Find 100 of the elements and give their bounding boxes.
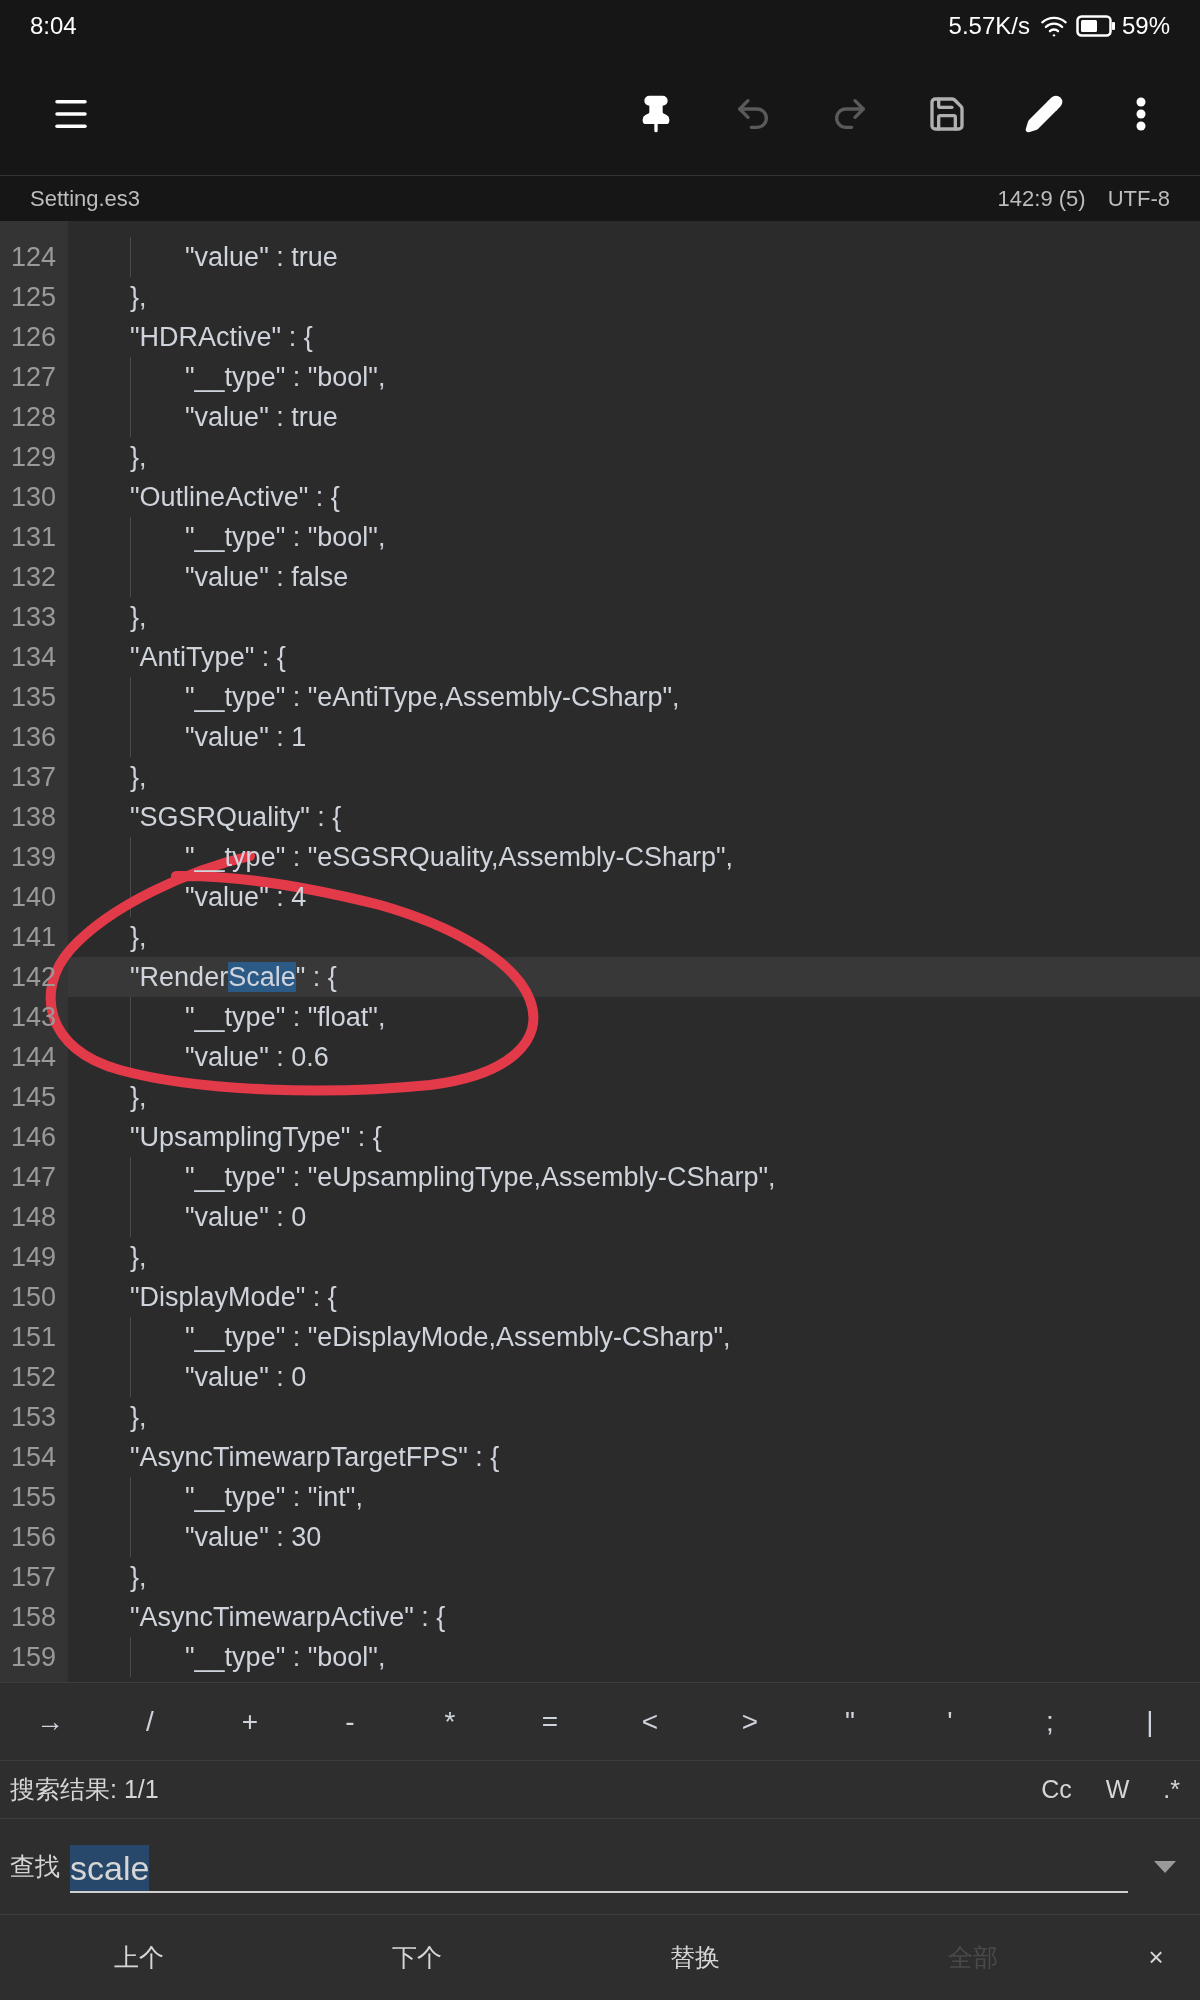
- code-line: },: [130, 1560, 147, 1594]
- line-number: 153: [10, 1400, 56, 1434]
- line-number: 131: [10, 520, 56, 554]
- line-number: 137: [10, 760, 56, 794]
- symbol-key[interactable]: ;: [1000, 1683, 1100, 1760]
- line-number: 154: [10, 1440, 56, 1474]
- line-number: 146: [10, 1120, 56, 1154]
- find-input[interactable]: scale: [70, 1840, 1128, 1893]
- battery-icon: [1075, 15, 1116, 37]
- code-line: "UpsamplingType" : {: [130, 1120, 382, 1154]
- code-line: },: [130, 920, 147, 954]
- search-option-toggle[interactable]: Cc: [1031, 1770, 1082, 1809]
- line-number: 149: [10, 1240, 56, 1274]
- close-search-button[interactable]: ×: [1112, 1915, 1200, 2000]
- code-line: "__type" : "eDisplayMode,Assembly-CSharp",: [185, 1320, 731, 1354]
- search-action-button[interactable]: 下个: [278, 1915, 556, 2000]
- line-number: 126: [10, 320, 56, 354]
- code-line: "AntiType" : {: [130, 640, 286, 674]
- code-line: },: [130, 280, 147, 314]
- code-line: "value" : false: [185, 560, 349, 594]
- line-number: 135: [10, 680, 56, 714]
- line-number: 159: [10, 1640, 56, 1674]
- symbol-key[interactable]: ": [800, 1683, 900, 1760]
- line-number: 125: [10, 280, 56, 314]
- code-line: },: [130, 1400, 147, 1434]
- symbol-key[interactable]: |: [1100, 1683, 1200, 1760]
- code-line: "SGSRQuality" : {: [130, 800, 342, 834]
- line-number: 128: [10, 400, 56, 434]
- line-number: 158: [10, 1600, 56, 1634]
- line-number: 136: [10, 720, 56, 754]
- line-number: 127: [10, 360, 56, 394]
- code-line: "__type" : "int",: [185, 1480, 363, 1514]
- code-line: "OutlineActive" : {: [130, 480, 340, 514]
- search-result-count: 搜索结果: 1/1: [10, 1773, 159, 1805]
- code-line: "value" : 0.6: [185, 1040, 329, 1074]
- line-number: 155: [10, 1480, 56, 1514]
- code-line: "value" : 0: [185, 1360, 307, 1394]
- file-encoding: UTF-8: [1107, 185, 1170, 213]
- line-number: 129: [10, 440, 56, 474]
- symbol-key[interactable]: =: [500, 1683, 600, 1760]
- symbol-key[interactable]: ': [900, 1683, 1000, 1760]
- code-line: },: [130, 760, 147, 794]
- code-line: "__type" : "float",: [185, 1000, 386, 1034]
- code-line: "value" : true: [185, 240, 338, 274]
- code-line: "__type" : "eAntiType,Assembly-CSharp",: [185, 680, 680, 714]
- caret-icon: [1154, 1860, 1176, 1873]
- code-line: },: [130, 1240, 147, 1274]
- code-line: },: [130, 1080, 147, 1114]
- cursor-position: 142:9 (5): [997, 185, 1086, 213]
- line-number: 151: [10, 1320, 56, 1354]
- code-line: "AsyncTimewarpActive" : {: [130, 1600, 446, 1634]
- symbol-key[interactable]: *: [400, 1683, 500, 1760]
- symbol-key[interactable]: -: [300, 1683, 400, 1760]
- line-number: 141: [10, 920, 56, 954]
- file-name: Setting.es3: [30, 185, 141, 213]
- line-number: 144: [10, 1040, 56, 1074]
- line-number: 134: [10, 640, 56, 674]
- line-number: 147: [10, 1160, 56, 1194]
- symbol-key[interactable]: →: [0, 1683, 100, 1760]
- line-number: 148: [10, 1200, 56, 1234]
- search-action-button[interactable]: 替换: [556, 1915, 834, 2000]
- line-number: 132: [10, 560, 56, 594]
- code-line: "HDRActive" : {: [130, 320, 313, 354]
- line-number: 145: [10, 1080, 56, 1114]
- more-icon: [1136, 96, 1146, 131]
- symbol-key[interactable]: <: [600, 1683, 700, 1760]
- code-line: "value" : 0: [185, 1200, 307, 1234]
- find-label: 查找: [10, 1850, 60, 1882]
- line-number: 130: [10, 480, 56, 514]
- code-line: "__type" : "eUpsamplingType,Assembly-CSharp",: [185, 1160, 776, 1194]
- search-option-toggle[interactable]: W: [1095, 1770, 1140, 1809]
- search-option-toggle[interactable]: .*: [1153, 1770, 1190, 1809]
- code-line: },: [130, 440, 147, 474]
- symbol-key[interactable]: /: [100, 1683, 200, 1760]
- code-line: "DisplayMode" : {: [130, 1280, 337, 1314]
- symbol-key[interactable]: >: [700, 1683, 800, 1760]
- line-number: 156: [10, 1520, 56, 1554]
- line-number: 150: [10, 1280, 56, 1314]
- network-speed: 5.57K/s: [948, 11, 1030, 41]
- line-number: 157: [10, 1560, 56, 1594]
- code-line: "value" : 1: [185, 720, 307, 754]
- code-line: "RenderScale" : {: [130, 960, 337, 994]
- code-line: "value" : 30: [185, 1520, 322, 1554]
- code-line: "__type" : "bool",: [185, 1640, 386, 1674]
- code-line: "__type" : "bool",: [185, 520, 386, 554]
- line-number: 133: [10, 600, 56, 634]
- pencil-icon: [1024, 93, 1064, 134]
- search-action-button[interactable]: 上个: [0, 1915, 278, 2000]
- line-number: 139: [10, 840, 56, 874]
- code-line: },: [130, 600, 147, 634]
- symbol-key[interactable]: +: [200, 1683, 300, 1760]
- line-number: 140: [10, 880, 56, 914]
- line-number: 152: [10, 1360, 56, 1394]
- code-line: "AsyncTimewarpTargetFPS" : {: [130, 1440, 500, 1474]
- line-number: 138: [10, 800, 56, 834]
- status-time: 8:04: [30, 11, 77, 41]
- battery-percent: 59%: [1121, 11, 1170, 41]
- code-line: "__type" : "bool",: [185, 360, 386, 394]
- line-number: 124: [10, 240, 56, 274]
- code-line: "value" : true: [185, 400, 338, 434]
